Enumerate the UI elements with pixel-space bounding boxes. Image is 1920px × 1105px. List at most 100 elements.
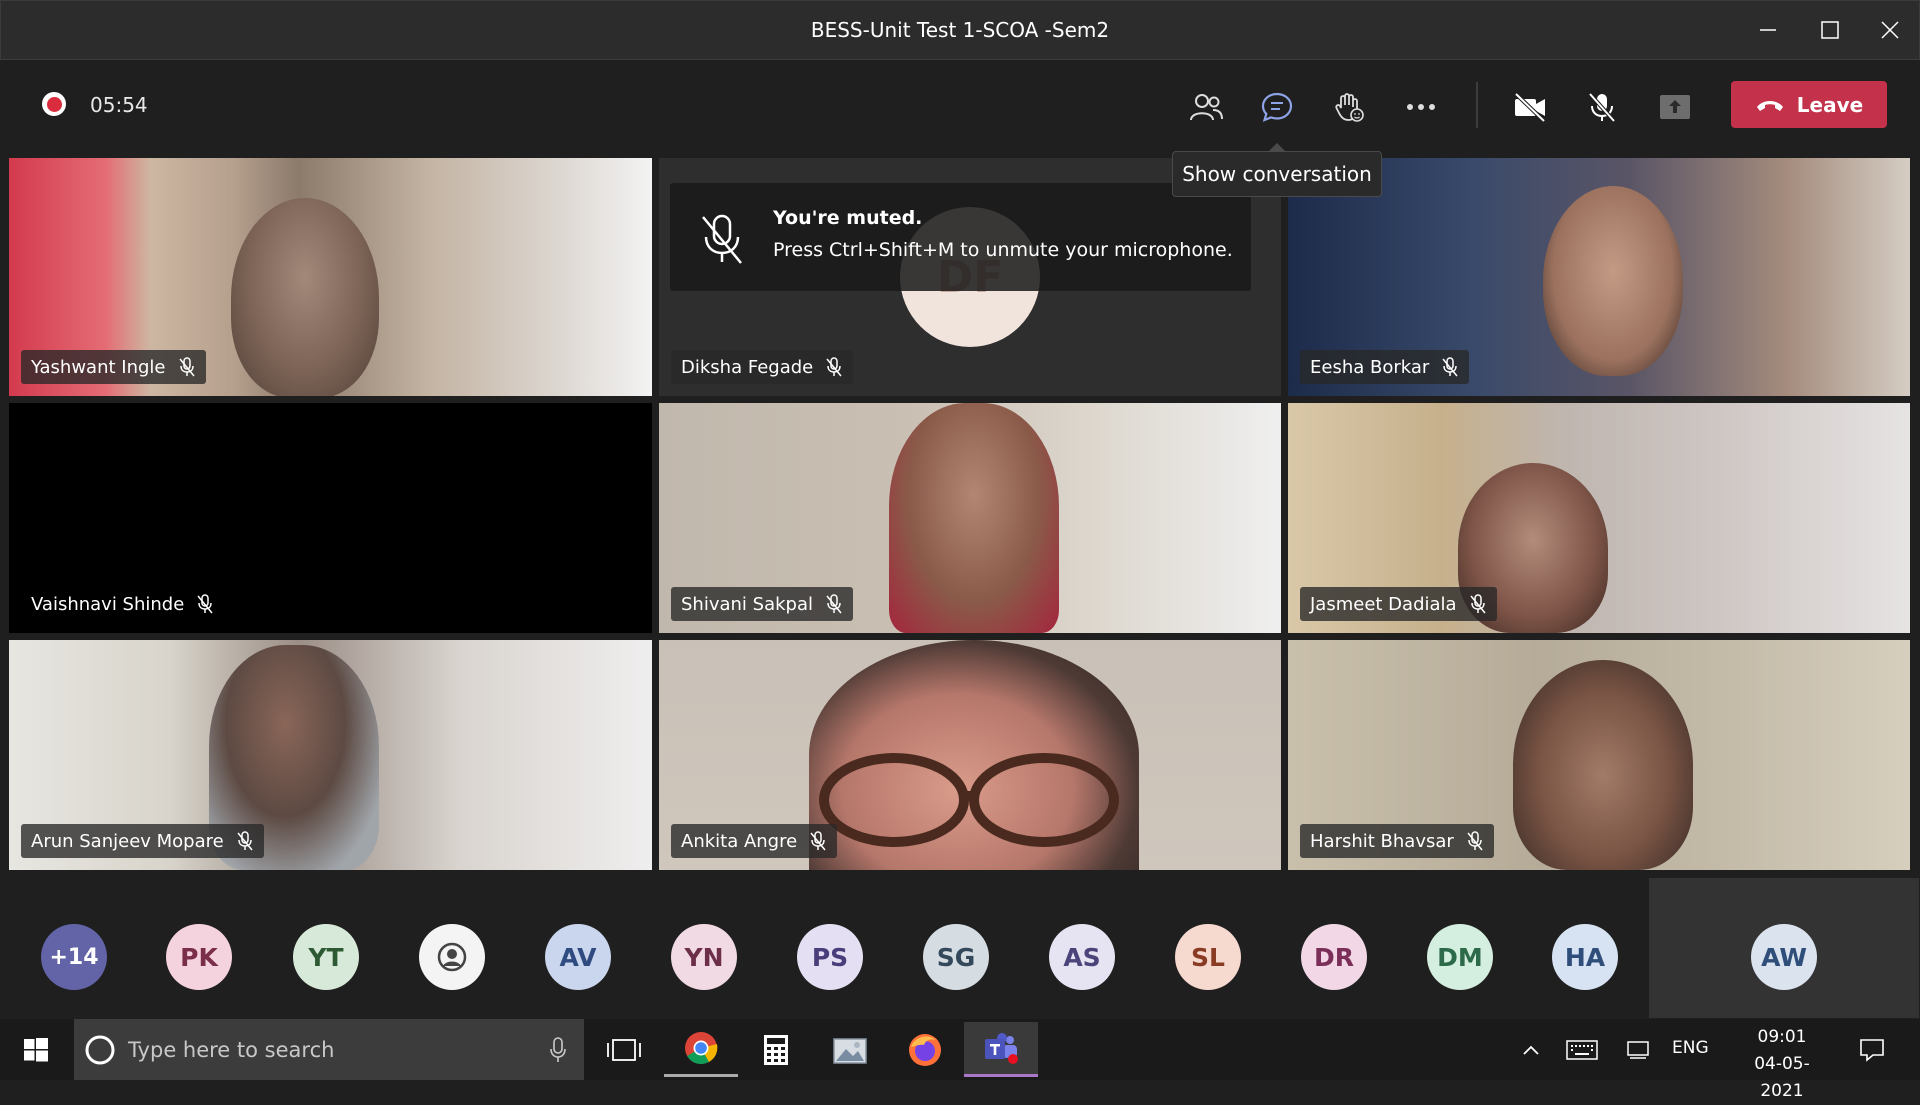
teams-icon [985, 1033, 1018, 1064]
teams-taskbar-button[interactable] [964, 1022, 1038, 1077]
share-tray-icon [1660, 95, 1690, 119]
system-clock[interactable]: 09:01 04-05-2021 [1734, 1024, 1830, 1105]
participant-avatar[interactable]: PK [166, 924, 232, 990]
participant-name: Jasmeet Dadiala [1310, 593, 1457, 615]
search-placeholder: Type here to search [128, 1037, 335, 1062]
reactions-button[interactable] [1326, 84, 1372, 130]
video-tile[interactable]: Jasmeet Dadiala [1288, 403, 1910, 633]
video-tile[interactable]: Harshit Bhavsar [1288, 640, 1910, 870]
firefox-taskbar-button[interactable] [888, 1022, 962, 1077]
participant-name: Diksha Fegade [681, 356, 814, 378]
chrome-icon [685, 1032, 718, 1065]
mic-off-icon [237, 831, 253, 851]
participant-avatar[interactable]: AV [545, 924, 611, 990]
video-tile[interactable]: Vaishnavi Shinde [9, 403, 652, 633]
firefox-icon [909, 1033, 941, 1066]
participant-avatar[interactable]: AW [1751, 924, 1817, 990]
window-title: BESS-Unit Test 1-SCOA -Sem2 [810, 18, 1110, 42]
participants-icon [1190, 94, 1223, 121]
tooltip: Show conversation [1172, 151, 1382, 197]
mic-off-icon [1588, 92, 1616, 123]
chat-icon [1261, 92, 1293, 122]
share-screen-button[interactable] [1652, 84, 1698, 130]
touch-keyboard-button[interactable] [1560, 1022, 1604, 1077]
taskbar-search-box[interactable]: Type here to search [74, 1019, 584, 1080]
glasses-shape [819, 753, 1119, 847]
input-language-indicator[interactable]: ENG [1672, 1038, 1709, 1058]
participant-avatar[interactable]: AS [1049, 924, 1115, 990]
participant-name-tag: Yashwant Ingle [21, 350, 206, 384]
close-button[interactable] [1855, 0, 1920, 60]
participant-name-tag: Arun Sanjeev Mopare [21, 824, 264, 858]
participant-name-tag: Eesha Borkar [1300, 350, 1470, 384]
muted-description: Press Ctrl+Shift+M to unmute your microp… [773, 239, 1233, 261]
mic-off-icon [1469, 594, 1486, 614]
toolbar-divider [1476, 82, 1478, 128]
more-actions-button[interactable] [1398, 84, 1444, 130]
microphone-icon[interactable] [550, 1036, 566, 1063]
mic-off-icon [826, 594, 842, 614]
clock-time: 09:01 [1757, 1027, 1807, 1047]
action-center-button[interactable] [1850, 1022, 1894, 1077]
mic-off-icon [197, 594, 213, 614]
clock-date: 04-05-2021 [1754, 1054, 1810, 1101]
mic-toggle-button[interactable] [1579, 84, 1625, 130]
close-icon [1881, 21, 1899, 39]
mic-off-icon [826, 357, 842, 377]
participant-avatar[interactable]: YT [293, 924, 359, 990]
windows-logo-icon [24, 1037, 48, 1061]
participant-name: Harshit Bhavsar [1310, 830, 1454, 852]
participant-avatar[interactable]: DR [1301, 924, 1367, 990]
mic-off-icon [702, 214, 742, 264]
participant-name-tag: Harshit Bhavsar [1300, 824, 1494, 858]
participant-name: Shivani Sakpal [681, 593, 813, 615]
show-conversation-button[interactable] [1254, 84, 1300, 130]
photos-taskbar-button[interactable] [813, 1022, 887, 1077]
cortana-icon [85, 1035, 115, 1064]
task-view-button[interactable] [587, 1022, 661, 1077]
participant-avatar[interactable]: DM [1427, 924, 1493, 990]
participant-name-tag: Jasmeet Dadiala [1300, 587, 1497, 621]
raise-hand-icon [1335, 93, 1364, 122]
notifications-icon [1860, 1038, 1884, 1062]
participant-name: Arun Sanjeev Mopare [31, 830, 224, 852]
muted-notification: You're muted. Press Ctrl+Shift+M to unmu… [670, 183, 1251, 291]
chrome-taskbar-button[interactable] [664, 1022, 738, 1077]
task-view-icon [607, 1038, 641, 1061]
video-tile[interactable]: Ankita Angre [659, 640, 1281, 870]
participant-name: Ankita Angre [681, 830, 798, 852]
mic-off-icon [178, 357, 195, 377]
participant-avatar[interactable] [419, 924, 485, 990]
mic-off-icon [810, 831, 826, 851]
participant-name-tag: Vaishnavi Shinde [21, 587, 224, 621]
calculator-taskbar-button[interactable] [739, 1022, 813, 1077]
leave-button[interactable]: Leave [1731, 81, 1887, 128]
network-button[interactable] [1618, 1022, 1658, 1077]
participant-name: Yashwant Ingle [31, 356, 166, 378]
chevron-up-icon [1523, 1045, 1539, 1055]
more-participants-button[interactable]: +14 [41, 924, 107, 990]
keyboard-icon [1566, 1039, 1598, 1060]
minimize-icon [1760, 29, 1776, 31]
show-participants-button[interactable] [1183, 84, 1229, 130]
show-hidden-icons-button[interactable] [1511, 1022, 1551, 1077]
start-button[interactable] [0, 1022, 72, 1077]
video-tile[interactable]: Arun Sanjeev Mopare [9, 640, 652, 870]
camera-off-icon [1514, 92, 1546, 122]
video-tile[interactable]: Shivani Sakpal [659, 403, 1281, 633]
participant-avatar[interactable]: HA [1552, 924, 1618, 990]
participant-avatar[interactable]: YN [671, 924, 737, 990]
participant-name-tag: Ankita Angre [671, 824, 838, 858]
participant-avatar[interactable]: PS [797, 924, 863, 990]
participant-name-tag: Shivani Sakpal [671, 587, 853, 621]
video-tile[interactable]: Yashwant Ingle [9, 158, 652, 396]
participant-avatar[interactable]: SG [923, 924, 989, 990]
leave-label: Leave [1796, 92, 1864, 117]
maximize-icon [1821, 21, 1839, 39]
meeting-timer: 05:54 [90, 93, 148, 117]
participant-name-tag: Diksha Fegade [671, 350, 854, 384]
camera-toggle-button[interactable] [1507, 84, 1553, 130]
minimize-button[interactable] [1733, 0, 1803, 60]
participant-name: Eesha Borkar [1310, 356, 1430, 378]
participant-avatar[interactable]: SL [1175, 924, 1241, 990]
